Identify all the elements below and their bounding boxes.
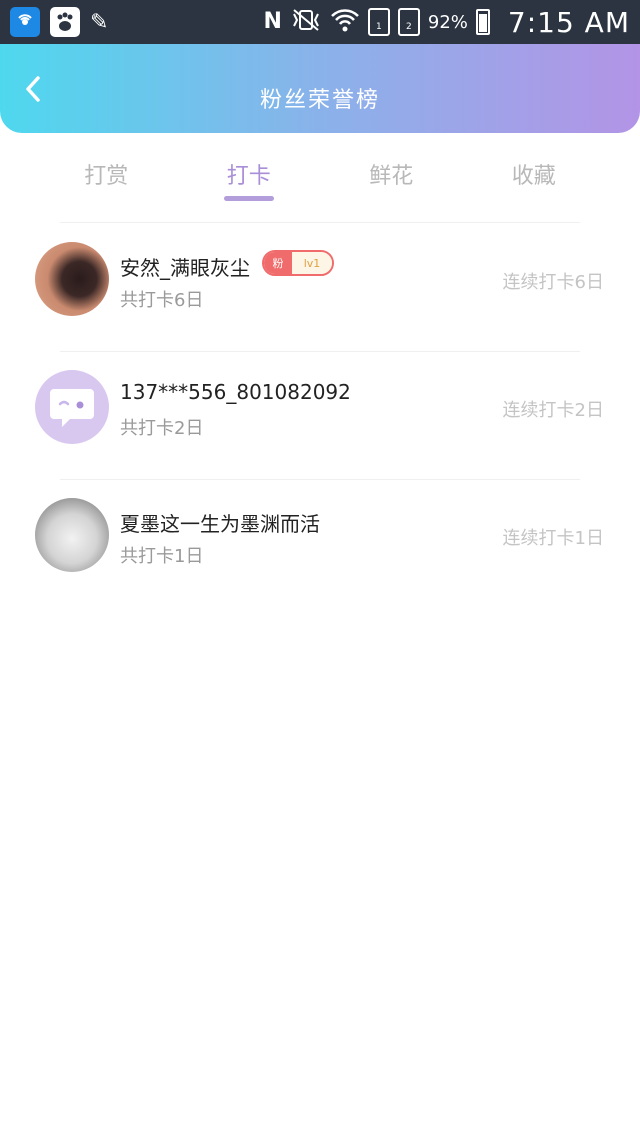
battery-percent: 92% <box>427 11 468 33</box>
tab-label: 打赏 <box>84 164 129 189</box>
user-name: 安然_满眼灰尘 <box>120 256 250 280</box>
header: 粉丝荣誉榜 <box>0 44 640 133</box>
list-item[interactable]: 137***556_801082092 共打卡2日 连续打卡2日 <box>0 352 640 480</box>
list-item[interactable]: 夏墨这一生为墨渊而活 共打卡1日 连续打卡1日 <box>0 480 640 608</box>
avatar[interactable] <box>35 242 109 316</box>
streak-checkin: 连续打卡1日 <box>502 528 604 549</box>
tab-bar: 打赏 打卡 鲜花 收藏 <box>35 150 605 210</box>
avatar[interactable] <box>35 370 109 444</box>
streak-checkin: 连续打卡2日 <box>502 400 604 421</box>
status-right: N 1 2 92% 7:15 AM <box>263 6 630 39</box>
tab-indicator <box>223 196 274 201</box>
clock: 7:15 AM <box>507 5 630 39</box>
total-checkin: 共打卡6日 <box>120 290 204 311</box>
status-bar: ✎ N 1 2 92% 7:15 AM <box>0 0 640 44</box>
streak-checkin: 连续打卡6日 <box>502 272 604 293</box>
fan-list: 安然_满眼灰尘 粉 lv1 共打卡6日 连续打卡6日 137***556_801… <box>0 224 640 608</box>
tab-favorites[interactable]: 收藏 <box>463 150 606 210</box>
badge-label: 粉 <box>264 252 292 274</box>
total-checkin: 共打卡2日 <box>120 418 204 439</box>
tab-label: 鲜花 <box>369 164 414 189</box>
user-name: 夏墨这一生为墨渊而活 <box>120 512 320 536</box>
page-title: 粉丝荣誉榜 <box>259 88 380 113</box>
avatar[interactable] <box>35 498 109 572</box>
vibrate-icon <box>290 8 322 37</box>
status-left: ✎ <box>10 7 108 37</box>
fan-level-badge: 粉 lv1 <box>262 250 334 276</box>
tab-label: 打卡 <box>226 164 271 189</box>
list-item[interactable]: 安然_满眼灰尘 粉 lv1 共打卡6日 连续打卡6日 <box>0 224 640 352</box>
nfc-icon: N <box>263 9 282 34</box>
user-name: 137***556_801082092 <box>120 380 351 404</box>
sim1-icon: 1 <box>367 8 390 36</box>
pen-icon: ✎ <box>90 9 109 35</box>
wifi-key-app-icon <box>10 7 40 37</box>
badge-level: lv1 <box>292 252 332 274</box>
chat-bubble-icon <box>50 389 94 427</box>
total-checkin: 共打卡1日 <box>120 546 204 567</box>
divider <box>60 222 580 223</box>
baidu-app-icon <box>50 7 80 37</box>
tab-label: 收藏 <box>511 164 556 189</box>
tab-flowers[interactable]: 鲜花 <box>320 150 463 210</box>
sim2-icon: 2 <box>397 8 420 36</box>
battery-icon <box>475 9 490 35</box>
tab-checkin[interactable]: 打卡 <box>178 150 321 210</box>
tab-reward[interactable]: 打赏 <box>35 150 178 210</box>
wifi-icon <box>330 7 360 38</box>
